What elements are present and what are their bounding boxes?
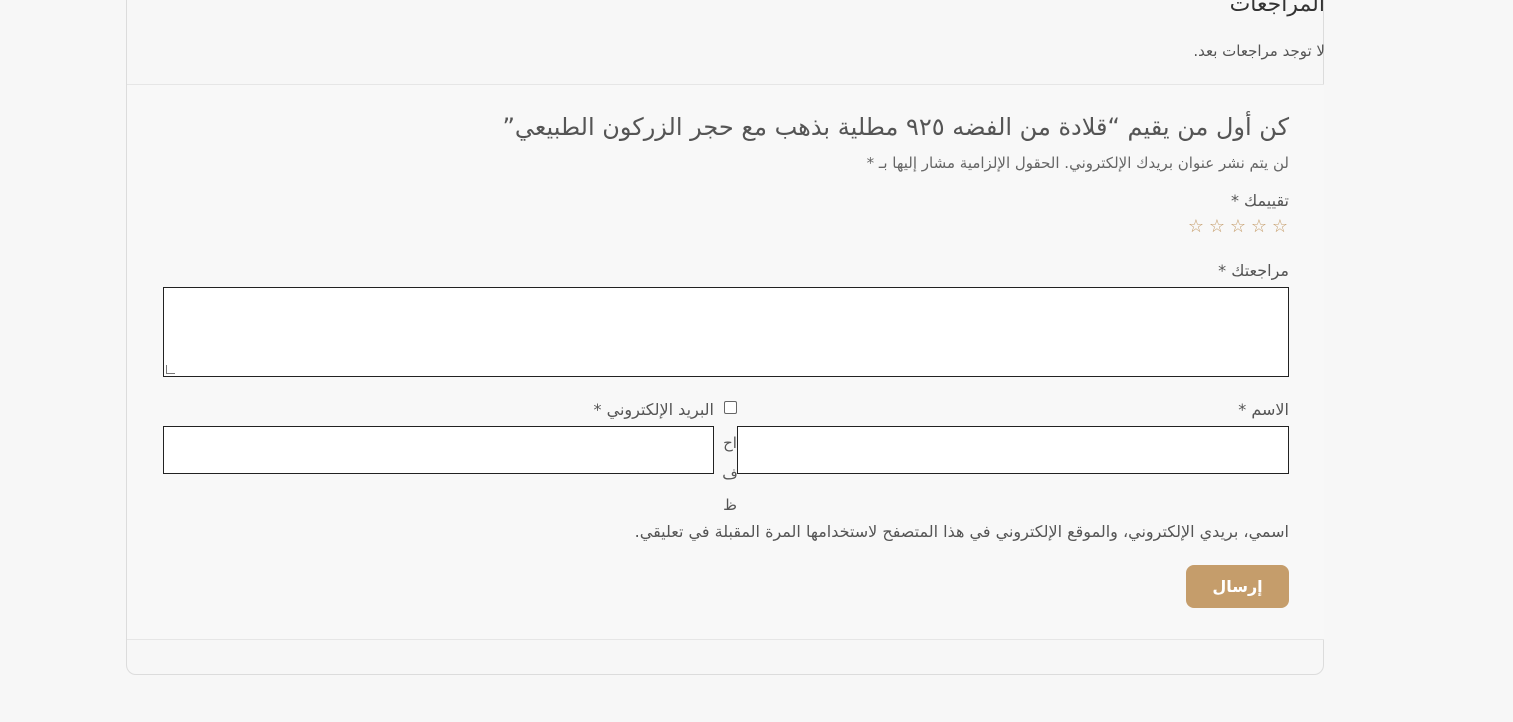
comment-textarea[interactable] bbox=[163, 287, 1289, 377]
email-input[interactable] bbox=[163, 426, 714, 474]
save-info-fragment-1: اح bbox=[723, 434, 737, 452]
name-input[interactable] bbox=[737, 426, 1289, 474]
star-rating: ☆ ☆ ☆ ☆ ☆ bbox=[1187, 216, 1289, 238]
star-4-icon[interactable]: ☆ bbox=[1208, 216, 1226, 238]
star-1-icon[interactable]: ☆ bbox=[1271, 216, 1289, 238]
save-info-checkbox[interactable] bbox=[724, 401, 737, 414]
no-reviews-text: لا توجد مراجعات بعد. bbox=[1193, 42, 1325, 60]
resize-handle-icon[interactable] bbox=[166, 365, 175, 374]
star-3-icon[interactable]: ☆ bbox=[1229, 216, 1247, 238]
rating-label: تقييمك * bbox=[1230, 191, 1289, 210]
required-notes: لن يتم نشر عنوان بريدك الإلكتروني. الحقو… bbox=[866, 154, 1289, 172]
comment-label: مراجعتك * bbox=[1218, 261, 1289, 280]
submit-button[interactable]: إرسال bbox=[1186, 565, 1289, 608]
reviews-heading: المراجعات bbox=[1229, 0, 1325, 17]
save-info-label-fragment: اح ف ظ bbox=[722, 428, 738, 521]
star-5-icon[interactable]: ☆ bbox=[1187, 216, 1205, 238]
save-info-fragment-2: ف bbox=[722, 465, 738, 483]
star-2-icon[interactable]: ☆ bbox=[1250, 216, 1268, 238]
reply-title: كن أول من يقيم “قلادة من الفضه ٩٢٥ مطلية… bbox=[502, 113, 1289, 141]
name-label: الاسم * bbox=[1238, 400, 1289, 419]
save-info-text: اسمي، بريدي الإلكتروني، والموقع الإلكترو… bbox=[634, 522, 1289, 541]
email-label: البريد الإلكتروني * bbox=[593, 400, 714, 419]
save-info-fragment-3: ظ bbox=[723, 496, 737, 514]
